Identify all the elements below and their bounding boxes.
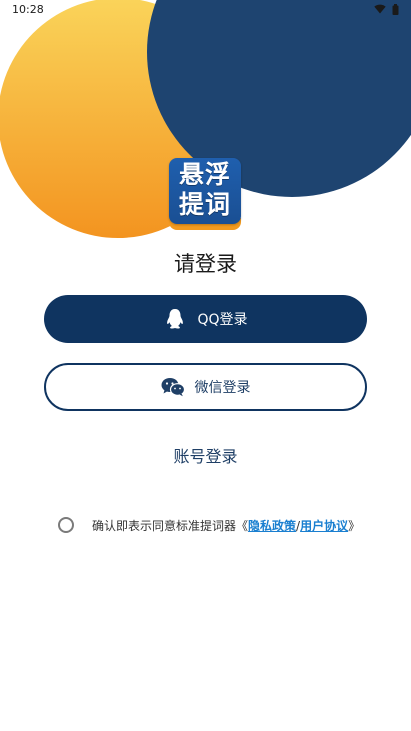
agreement-open-bracket: 《	[236, 518, 249, 533]
status-icons	[374, 3, 399, 15]
wechat-icon	[161, 375, 185, 399]
logo-line-1: 悬浮	[178, 160, 231, 189]
user-agreement-link[interactable]: 用户协议	[300, 519, 348, 533]
qq-login-label: QQ登录	[197, 312, 248, 328]
qq-penguin-icon	[163, 307, 187, 331]
wechat-login-label: 微信登录	[194, 380, 251, 396]
agreement-text: 确认即表示同意标准提词器《隐私政策/用户协议》	[92, 517, 360, 534]
page-title: 请登录	[174, 252, 237, 276]
status-time: 10:28	[12, 2, 44, 16]
account-login-link[interactable]: 账号登录	[0, 443, 411, 467]
battery-icon	[392, 3, 399, 15]
agreement-close-bracket: 》	[348, 518, 361, 533]
wechat-login-button[interactable]: 微信登录	[44, 363, 367, 411]
qq-login-button[interactable]: QQ登录	[44, 295, 367, 343]
status-bar: 10:28	[0, 0, 411, 18]
privacy-policy-link[interactable]: 隐私政策	[248, 519, 296, 533]
wifi-icon	[374, 4, 386, 14]
agreement-checkbox[interactable]	[58, 517, 74, 533]
agreement-row: 确认即表示同意标准提词器《隐私政策/用户协议》	[58, 514, 388, 536]
logo-line-2: 提词	[178, 190, 231, 219]
agreement-prefix: 确认即表示同意标准提词器	[92, 518, 237, 533]
app-logo: 悬浮 提词	[169, 158, 241, 230]
logo-text: 悬浮 提词	[169, 160, 241, 222]
